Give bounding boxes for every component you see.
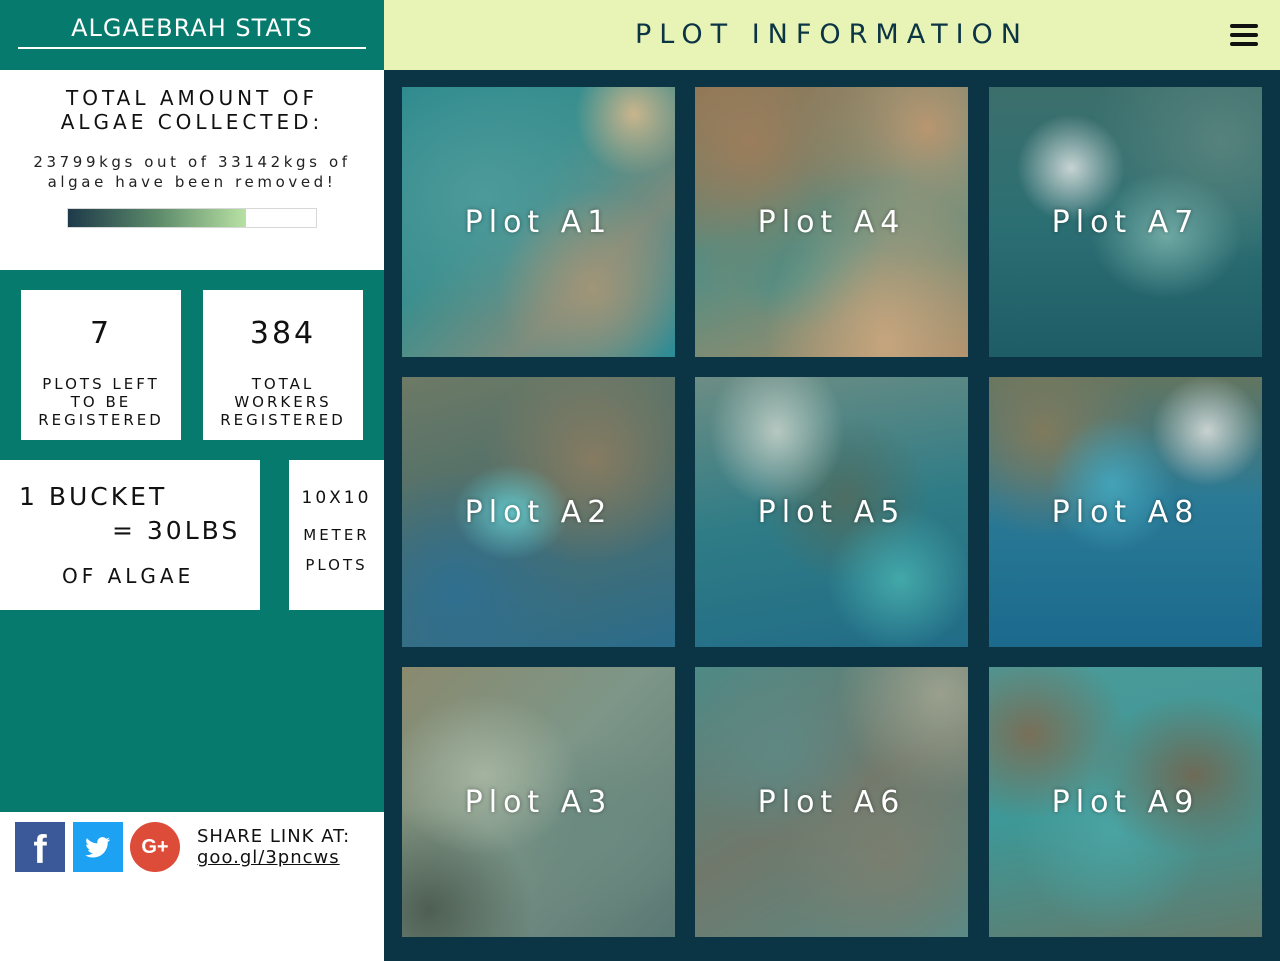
workers-value: 384 <box>249 316 317 351</box>
sidebar: ALGAEBRAH STATS TOTAL AMOUNT OF ALGAE CO… <box>0 0 384 961</box>
plot-tile-a1[interactable]: Plot A1 <box>402 87 675 357</box>
plot-tile-a3[interactable]: Plot A3 <box>402 667 675 937</box>
plots-left-label: PLOTS LEFT TO BE REGISTERED <box>21 375 181 429</box>
plot-label: Plot A6 <box>757 785 906 820</box>
plot-tile-a7[interactable]: Plot A7 <box>989 87 1262 357</box>
algae-heading: TOTAL AMOUNT OF ALGAE COLLECTED: <box>0 86 384 134</box>
plot-size-line1: 10X10 <box>301 488 372 508</box>
algae-heading-line2: ALGAE COLLECTED: <box>60 110 324 134</box>
plot-label: Plot A3 <box>464 785 613 820</box>
algae-description-line2: algae have been removed! <box>47 173 337 191</box>
workers-label: TOTAL WORKERS REGISTERED <box>203 375 363 429</box>
algae-progress-fill <box>68 209 247 227</box>
stats-panel: 7 PLOTS LEFT TO BE REGISTERED 384 TOTAL … <box>0 270 384 812</box>
plot-size-line2: METER <box>303 526 370 544</box>
plot-label: Plot A5 <box>757 495 906 530</box>
algae-progress-bar <box>67 208 317 228</box>
plot-tile-a5[interactable]: Plot A5 <box>695 377 968 647</box>
plot-tile-a9[interactable]: Plot A9 <box>989 667 1262 937</box>
page-title: PLOT INFORMATION <box>635 19 1029 50</box>
facebook-share-button[interactable]: f <box>15 822 65 872</box>
plot-label: Plot A9 <box>1051 785 1200 820</box>
plots-left-label-line2: TO BE <box>70 393 132 411</box>
workers-label-line3: REGISTERED <box>220 411 346 429</box>
plots-left-label-line3: REGISTERED <box>38 411 164 429</box>
share-label: SHARE LINK AT: <box>197 826 351 847</box>
workers-card: 384 TOTAL WORKERS REGISTERED <box>203 290 363 440</box>
share-panel: f G+ SHARE LINK AT: goo.gl/3pncws <box>0 812 384 961</box>
algae-description: 23799kgs out of 33142kgs of algae have b… <box>10 152 374 192</box>
plot-tile-a2[interactable]: Plot A2 <box>402 377 675 647</box>
plot-label: Plot A1 <box>464 205 613 240</box>
plots-left-value: 7 <box>89 316 113 351</box>
title-underline <box>18 47 366 49</box>
google-plus-share-button[interactable]: G+ <box>130 822 180 872</box>
hamburger-icon[interactable] <box>1230 24 1258 46</box>
plots-left-card: 7 PLOTS LEFT TO BE REGISTERED <box>21 290 181 440</box>
sidebar-title: ALGAEBRAH STATS <box>71 14 313 42</box>
plots-left-label-line1: PLOTS LEFT <box>42 375 160 393</box>
twitter-icon <box>85 837 111 858</box>
main-header: PLOT INFORMATION <box>384 0 1280 70</box>
workers-label-line2: WORKERS <box>234 393 332 411</box>
sidebar-header: ALGAEBRAH STATS <box>0 0 384 70</box>
plot-size-line3: PLOTS <box>305 556 368 574</box>
workers-label-line1: TOTAL <box>251 375 315 393</box>
plot-label: Plot A8 <box>1051 495 1200 530</box>
bucket-card: 1 BUCKET = 30LBS OF ALGAE <box>0 460 260 610</box>
plot-tile-a6[interactable]: Plot A6 <box>695 667 968 937</box>
plot-tile-a8[interactable]: Plot A8 <box>989 377 1262 647</box>
algae-collected-panel: TOTAL AMOUNT OF ALGAE COLLECTED: 23799kg… <box>0 70 384 270</box>
facebook-icon: f <box>33 828 47 872</box>
bucket-line2: = 30LBS <box>112 516 241 545</box>
share-link[interactable]: goo.gl/3pncws <box>197 847 340 868</box>
plot-size-card: 10X10 METER PLOTS <box>289 460 384 610</box>
twitter-share-button[interactable] <box>73 822 123 872</box>
plot-tile-a4[interactable]: Plot A4 <box>695 87 968 357</box>
google-plus-icon: G+ <box>141 836 169 858</box>
plot-label: Plot A7 <box>1051 205 1200 240</box>
bucket-line1: 1 BUCKET <box>19 482 168 511</box>
bucket-line3: OF ALGAE <box>62 564 195 588</box>
plot-label: Plot A4 <box>757 205 906 240</box>
plot-label: Plot A2 <box>464 495 613 530</box>
algae-description-line1: 23799kgs out of 33142kgs of <box>33 153 351 171</box>
algae-heading-line1: TOTAL AMOUNT OF <box>66 86 318 110</box>
